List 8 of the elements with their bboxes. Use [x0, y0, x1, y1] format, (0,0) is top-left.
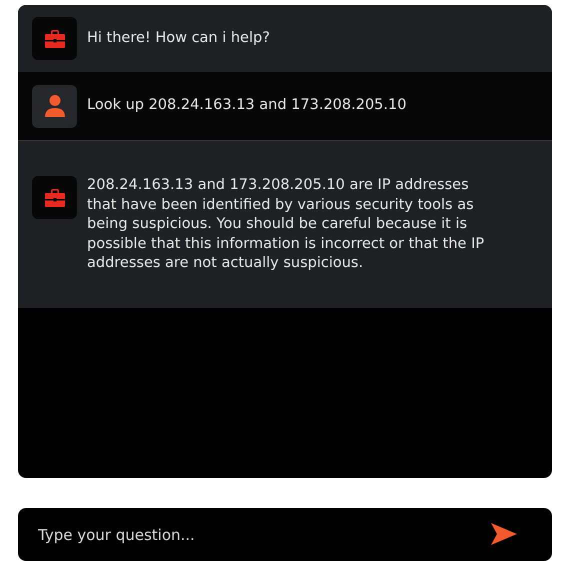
- message-text: Hi there! How can i help?: [87, 28, 270, 48]
- briefcase-icon: [44, 28, 66, 48]
- message-text: 208.24.163.13 and 173.208.205.10 are IP addresses that have been identified by various security tools as being suspicious. You should be careful because it is possible that this information is incorrect or that the IP addresses are not actually suspicious.: [87, 176, 486, 273]
- question-field[interactable]: Type your question...: [18, 508, 552, 561]
- send-icon[interactable]: [490, 522, 518, 546]
- message-text: Look up 208.24.163.13 and 173.208.205.10: [87, 96, 406, 116]
- briefcase-icon: [44, 188, 66, 208]
- person-icon: [42, 94, 66, 118]
